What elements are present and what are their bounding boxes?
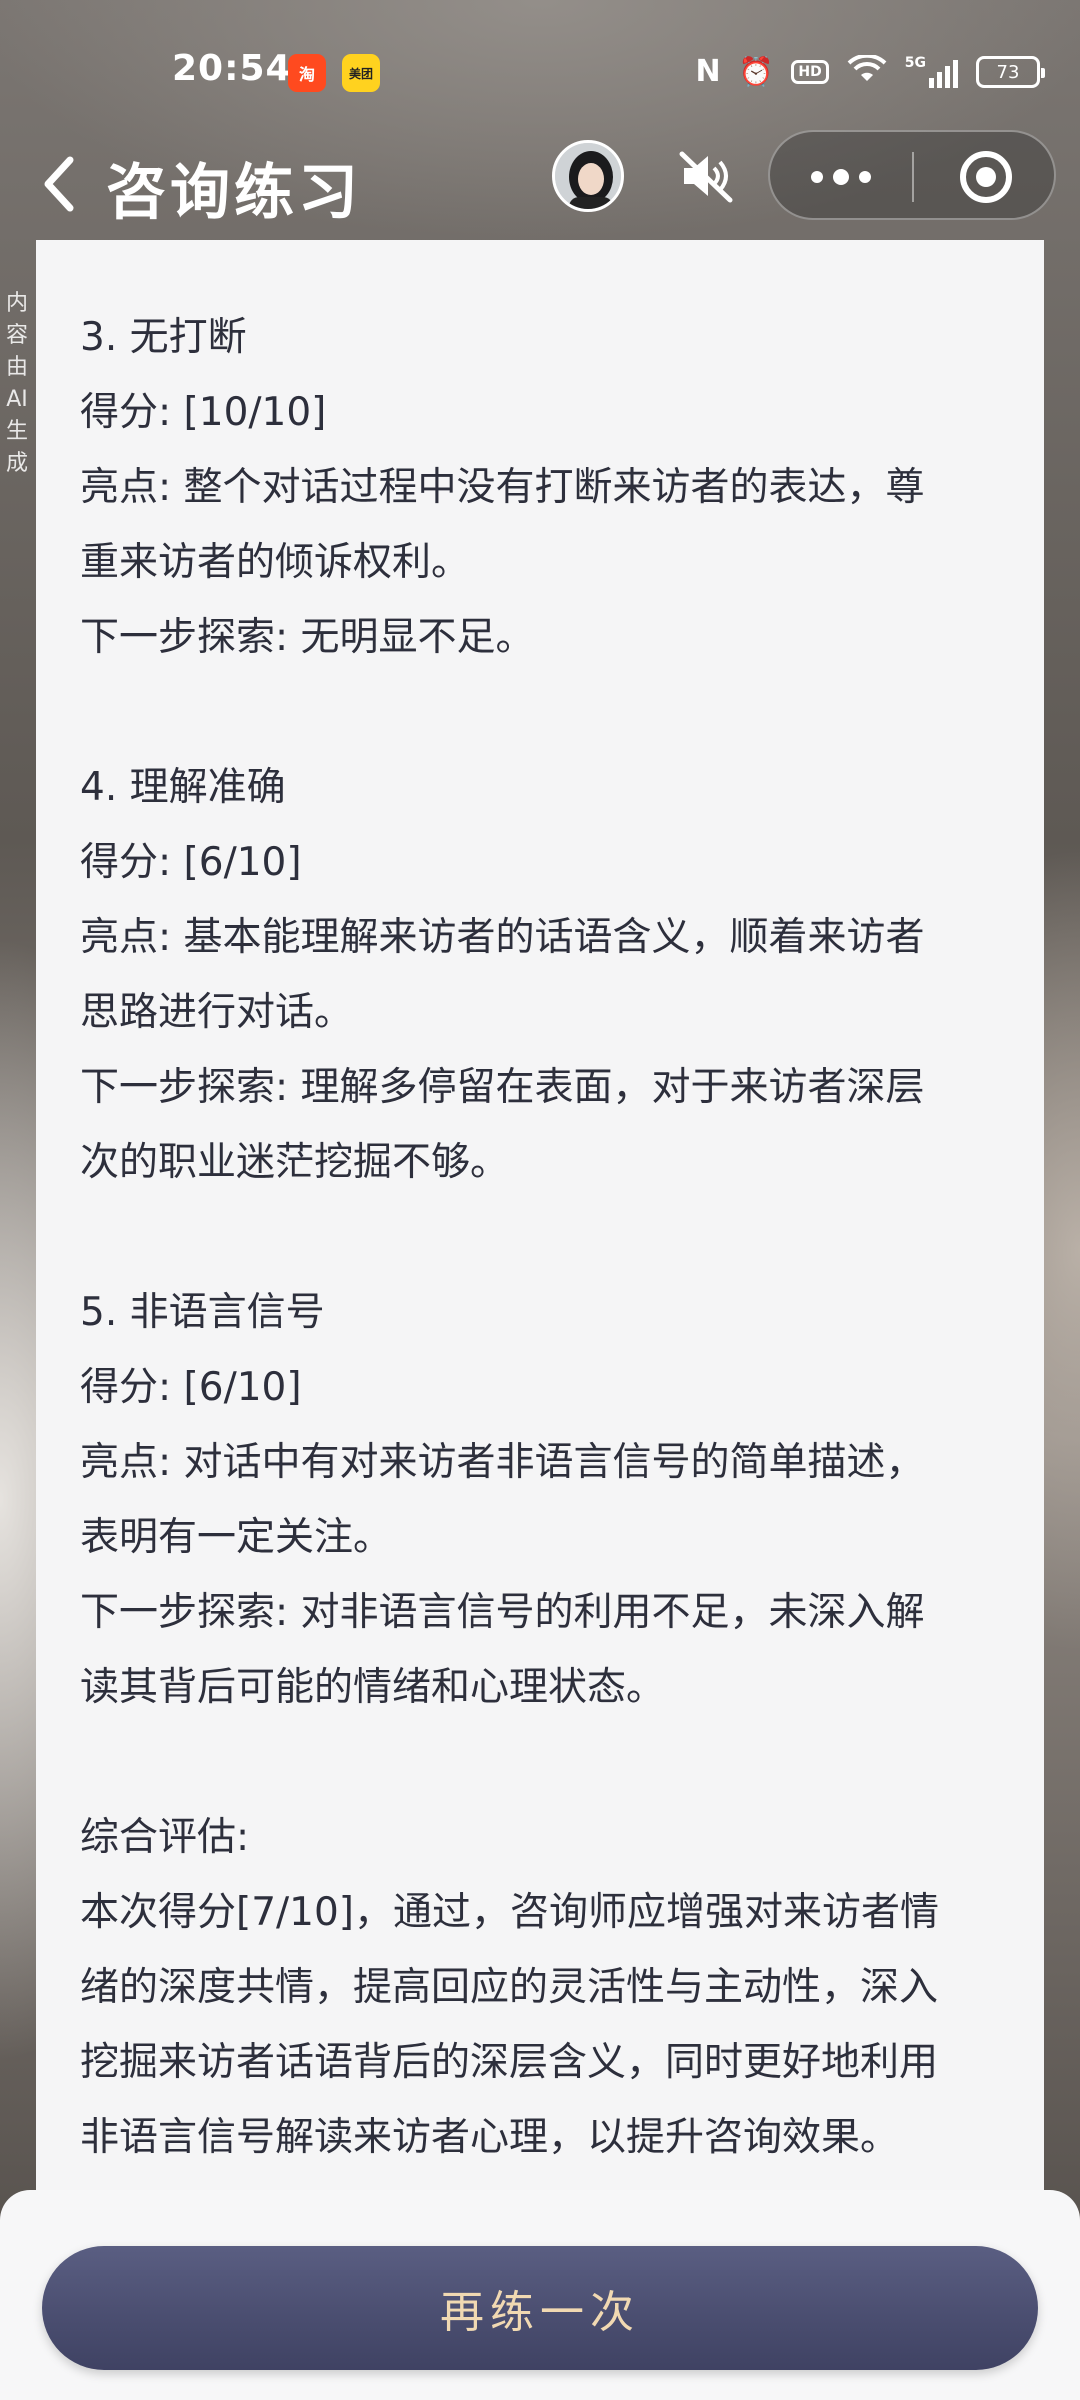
signal-icon: 5G — [905, 56, 958, 88]
score-text: 得分: [10/10] — [80, 390, 327, 435]
section-title: 3. 无打断 — [80, 315, 247, 360]
target-circle-icon — [960, 151, 1012, 203]
report-content: 3. 无打断 得分: [10/10] 亮点: 整个对话过程中没有打断来访者的表达… — [80, 300, 1020, 2175]
ai-notice-char: 成 — [5, 451, 28, 476]
next-step-text: 读其背后可能的情绪和心理状态。 — [80, 1665, 666, 1710]
hd-icon: HD — [791, 60, 829, 84]
summary-text: 挖掘来访者话语背后的深层含义，同时更好地利用 — [80, 2040, 939, 2085]
ai-notice-char: 容 — [5, 323, 28, 348]
bottom-action-bar: 再练一次 — [0, 2190, 1080, 2400]
status-icons: N ⏰ HD 5G 73 — [695, 50, 1045, 94]
title-bar: 咨询练习 — [0, 130, 1080, 240]
next-step-text: 下一步探索: 对非语言信号的利用不足，未深入解 — [80, 1590, 925, 1635]
report-card: 3. 无打断 得分: [10/10] 亮点: 整个对话过程中没有打断来访者的表达… — [36, 240, 1044, 2240]
avatar[interactable] — [552, 140, 624, 212]
meituan-app-icon: 美团 — [342, 54, 380, 92]
avatar-portrait-icon — [555, 143, 621, 209]
score-text: 得分: [6/10] — [80, 840, 302, 885]
page-title: 咨询练习 — [106, 158, 362, 228]
summary-title: 综合评估: — [80, 1815, 250, 1860]
status-time: 20:54 — [172, 48, 292, 89]
chevron-left-icon — [44, 156, 74, 212]
ai-notice-char: 内 — [5, 291, 28, 316]
next-step-text: 下一步探索: 理解多停留在表面，对于来访者深层 — [80, 1065, 925, 1110]
wifi-icon — [847, 53, 887, 90]
ai-notice-char: AI — [6, 387, 28, 412]
network-type: 5G — [904, 55, 926, 71]
ai-generated-notice: 内容由 AI 生成 — [2, 288, 32, 480]
score-text: 得分: [6/10] — [80, 1365, 302, 1410]
more-dots-icon — [811, 171, 823, 183]
highlight-text: 亮点: 对话中有对来访者非语言信号的简单描述， — [80, 1440, 925, 1485]
nfc-icon: N — [695, 54, 721, 89]
highlight-text: 重来访者的倾诉权利。 — [80, 540, 471, 585]
summary-text: 本次得分[7/10]，通过，咨询师应增强对来访者情 — [80, 1890, 940, 1935]
retry-button[interactable]: 再练一次 — [42, 2246, 1038, 2370]
battery-icon: 73 — [976, 56, 1045, 88]
highlight-text: 表明有一定关注。 — [80, 1515, 393, 1560]
summary-text: 非语言信号解读来访者心理，以提升咨询效果。 — [80, 2115, 900, 2160]
status-bar: 20:54 淘 美团 N ⏰ HD 5G 73 — [0, 0, 1080, 130]
speaker-muted-icon — [679, 151, 733, 203]
back-button[interactable] — [38, 148, 98, 220]
ai-notice-char: 由 — [5, 355, 28, 380]
close-miniprogram-button[interactable] — [914, 132, 1058, 222]
more-dots-icon — [859, 171, 871, 183]
highlight-text: 亮点: 基本能理解来访者的话语含义，顺着来访者 — [80, 915, 925, 960]
summary-text: 绪的深度共情，提高回应的灵活性与主动性，深入 — [80, 1965, 939, 2010]
highlight-text: 亮点: 整个对话过程中没有打断来访者的表达，尊 — [80, 465, 925, 510]
ai-notice-char: 生 — [5, 419, 28, 444]
next-step-text: 下一步探索: 无明显不足。 — [80, 615, 535, 660]
highlight-text: 思路进行对话。 — [80, 990, 354, 1035]
battery-level: 73 — [996, 61, 1020, 83]
alarm-icon: ⏰ — [738, 55, 774, 88]
next-step-text: 次的职业迷茫挖掘不够。 — [80, 1140, 510, 1185]
more-dots-icon — [833, 169, 849, 185]
taobao-app-icon: 淘 — [288, 54, 326, 92]
mute-button[interactable] — [676, 146, 736, 206]
miniprogram-capsule — [768, 130, 1056, 220]
section-title: 5. 非语言信号 — [80, 1290, 325, 1335]
more-button[interactable] — [770, 132, 912, 222]
section-title: 4. 理解准确 — [80, 765, 286, 810]
